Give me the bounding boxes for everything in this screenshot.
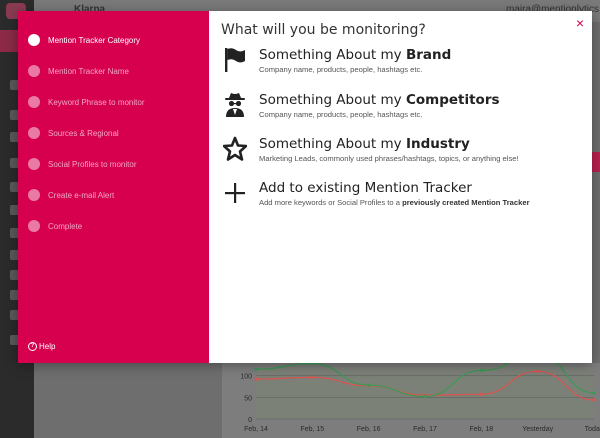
- step-label: Create e-mail Alert: [48, 190, 115, 200]
- option-competitors[interactable]: Something About my Competitors Company n…: [223, 92, 500, 119]
- chart-point[interactable]: [536, 369, 540, 373]
- step-label: Keyword Phrase to monitor: [48, 97, 145, 107]
- category-panel: × What will you be monitoring? Something…: [209, 11, 592, 363]
- plus-icon: [225, 183, 245, 203]
- option-description: Company name, products, people, hashtags…: [259, 65, 423, 74]
- option-title-bold: Competitors: [405, 92, 500, 108]
- chart-y-tick: 100: [240, 374, 252, 381]
- option-title-bold: Industry: [405, 136, 470, 152]
- new-tracker-modal: Mention Tracker Category Mention Tracker …: [18, 11, 592, 363]
- wizard-step[interactable]: Mention Tracker Name: [28, 62, 129, 80]
- spy-icon: [225, 93, 245, 117]
- chart-y-tick: 50: [244, 395, 252, 402]
- help-label: Help: [39, 342, 56, 351]
- chart-point[interactable]: [592, 391, 596, 395]
- chart-x-tick: Feb, 15: [300, 426, 324, 433]
- chart-x-tick: Today: [585, 426, 600, 433]
- chart-point[interactable]: [367, 383, 371, 387]
- option-title-bold: Brand: [405, 47, 452, 63]
- chart-point[interactable]: [479, 368, 483, 373]
- option-description: Marketing Leads, commonly used phrases/h…: [259, 154, 519, 163]
- wizard-step[interactable]: Mention Tracker Category: [28, 31, 140, 49]
- step-dot-icon: [28, 96, 40, 108]
- chart-point[interactable]: [479, 392, 483, 396]
- chart-x-tick: Feb, 17: [413, 426, 437, 433]
- help-icon: ?: [28, 342, 37, 351]
- option-description-bold[interactable]: previously created Mention Tracker: [402, 198, 529, 207]
- step-dot-icon: [28, 34, 40, 46]
- option-title-prefix: Add to existing Mention Tracker: [259, 180, 472, 196]
- step-dot-icon: [28, 220, 40, 232]
- chart-y-tick: 0: [248, 417, 252, 424]
- step-dot-icon: [28, 158, 40, 170]
- option-title-prefix: Something About my: [259, 136, 406, 152]
- chart-x-tick: Yesterday: [522, 426, 553, 433]
- chart-point[interactable]: [310, 363, 314, 366]
- chart-plot-area: [256, 367, 594, 419]
- chart-x-tick: Feb, 16: [357, 426, 381, 433]
- close-icon[interactable]: ×: [576, 16, 584, 30]
- step-dot-icon: [28, 189, 40, 201]
- star-icon: [223, 136, 247, 161]
- option-brand[interactable]: Something About my Brand Company name, p…: [223, 47, 451, 74]
- option-description: Add more keywords or Social Profiles to …: [259, 198, 403, 207]
- step-label: Complete: [48, 221, 83, 231]
- chart-x-tick: Feb, 14: [244, 426, 268, 433]
- chart-x-tick: Feb, 18: [469, 426, 493, 433]
- option-title-prefix: Something About my: [259, 47, 406, 63]
- step-label: Mention Tracker Category: [48, 35, 141, 45]
- step-label: Sources & Regional: [48, 128, 119, 138]
- chart-point[interactable]: [310, 375, 314, 379]
- step-dot-icon: [28, 65, 40, 77]
- background-pink-tab: [592, 152, 600, 172]
- option-description: Company name, products, people, hashtags…: [259, 110, 423, 119]
- step-label: Mention Tracker Name: [48, 66, 129, 76]
- wizard-step[interactable]: Create e-mail Alert: [28, 186, 114, 204]
- chart-point[interactable]: [423, 394, 427, 399]
- option-industry[interactable]: Something About my Industry Marketing Le…: [223, 136, 519, 163]
- wizard-step[interactable]: Complete: [28, 217, 82, 235]
- flag-icon: [225, 48, 245, 72]
- step-dot-icon: [28, 127, 40, 139]
- wizard-step[interactable]: Social Profiles to monitor: [28, 155, 136, 173]
- wizard-step[interactable]: Keyword Phrase to monitor: [28, 93, 145, 111]
- help-link[interactable]: ? Help: [28, 342, 55, 351]
- chart-point[interactable]: [254, 377, 258, 381]
- wizard-step[interactable]: Sources & Regional: [28, 124, 119, 142]
- mentions-chart: 100 50 0 Feb, 14 Feb, 15 Feb, 16 Feb, 17 Feb, 1…: [240, 363, 600, 433]
- chart-point[interactable]: [254, 367, 258, 371]
- option-add-existing[interactable]: Add to existing Mention Tracker Add more…: [223, 180, 530, 207]
- step-label: Social Profiles to monitor: [48, 159, 137, 169]
- option-title-prefix: Something About my: [259, 92, 406, 108]
- modal-question: What will you be monitoring?: [221, 22, 426, 38]
- wizard-steps-panel: Mention Tracker Category Mention Tracker …: [18, 11, 209, 363]
- chart-point[interactable]: [592, 398, 596, 402]
